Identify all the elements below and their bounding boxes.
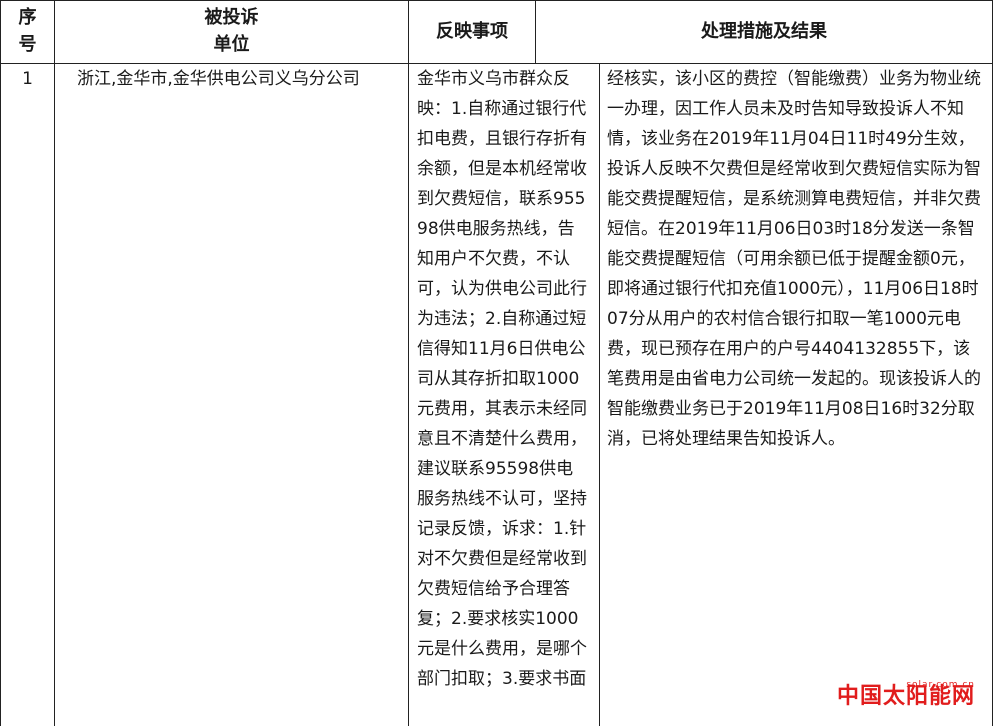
row-result: 经核实，该小区的费控（智能缴费）业务为物业统一办理，因工作人员未及时告知导致投诉…	[607, 69, 981, 449]
row-seq: 1	[22, 69, 33, 89]
row-unit: 浙江,金华市,金华供电公司义乌分公司	[77, 69, 360, 89]
header-result: 处理措施及结果	[701, 21, 827, 42]
header-unit-line1: 被投诉	[204, 7, 259, 28]
header-seq-line2: 号	[18, 34, 37, 55]
header-unit: 被投诉 单位	[55, 4, 408, 63]
header-issue: 反映事项	[436, 21, 508, 42]
row-issue: 金华市义乌市群众反映：1.自称通过银行代扣电费，且银行存折有余额，但是本机经常收…	[417, 69, 587, 689]
site-watermark-domain: solar.com.cn	[906, 680, 975, 690]
header-seq: 序 号	[1, 4, 54, 63]
site-watermark: 中国太阳能网 solar.com.cn	[836, 680, 975, 709]
header-seq-line1: 序	[18, 7, 37, 28]
header-unit-line2: 单位	[213, 34, 250, 55]
